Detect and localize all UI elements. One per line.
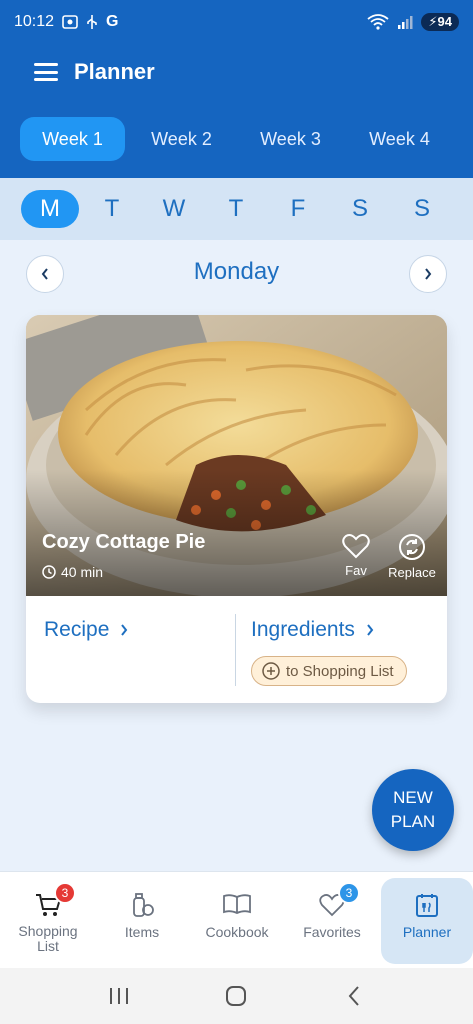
tab-week-3[interactable]: Week 3 (238, 117, 343, 161)
meal-actions: Recipe Ingredients to Shopping List (26, 596, 447, 703)
recipe-time: 40 min (42, 564, 103, 580)
status-left-icons: G (62, 13, 119, 31)
nav-shopping-list[interactable]: 3 Shopping List (2, 878, 94, 964)
battery-indicator: ⚡94 (421, 13, 459, 31)
favorite-button[interactable]: Fav (338, 533, 374, 578)
home-icon (226, 986, 247, 1006)
day-monday[interactable]: M (21, 190, 79, 228)
replace-button[interactable]: Replace (386, 533, 438, 580)
actions-divider (235, 614, 236, 686)
app-bar: Planner (0, 44, 473, 100)
day-thursday[interactable]: T (207, 190, 265, 228)
recipe-time-value: 40 min (61, 564, 104, 580)
nav-cookbook[interactable]: Cookbook (191, 878, 283, 964)
book-icon (223, 894, 251, 914)
nav-planner[interactable]: Planner (381, 878, 473, 964)
app-title: Planner (74, 59, 155, 84)
items-icon (133, 893, 154, 917)
bottom-navigation: 3 Shopping List Items Cookbook 3 Favorit… (0, 871, 473, 968)
ingredients-link-label: Ingredients (251, 618, 355, 641)
wifi-icon (367, 14, 389, 30)
recent-apps-button[interactable] (99, 981, 139, 1011)
day-title: Monday (193, 258, 280, 285)
tab-week-4[interactable]: Week 4 (347, 117, 452, 161)
favorite-label: Fav (345, 563, 367, 578)
chevron-right-icon (121, 624, 128, 636)
day-saturday[interactable]: S (331, 190, 389, 228)
new-plan-button[interactable]: NEW PLAN (372, 769, 454, 851)
back-button[interactable] (334, 981, 374, 1011)
day-navigation: Monday (0, 252, 473, 296)
nav-label: Cookbook (205, 924, 269, 940)
nav-label: Favorites (303, 924, 361, 940)
nav-label: Planner (402, 924, 452, 940)
system-navigation-bar (0, 968, 473, 1024)
day-sunday[interactable]: S (393, 190, 451, 228)
day-tuesday[interactable]: T (83, 190, 141, 228)
status-bar: 10:12 G ⚡94 (0, 0, 473, 44)
recent-apps-icon (109, 988, 128, 1004)
heart-outline-icon (342, 534, 370, 559)
day-wednesday[interactable]: W (145, 190, 203, 228)
clock-icon (42, 565, 56, 579)
home-button[interactable] (216, 981, 256, 1011)
meal-photo[interactable]: Cozy Cottage Pie 40 min Fav Replace (26, 315, 447, 596)
shopping-list-badge: 3 (54, 882, 76, 904)
favorites-badge: 3 (338, 882, 360, 904)
chevron-right-icon (425, 268, 432, 280)
google-icon: G (106, 13, 119, 30)
shopping-chip-label: to Shopping List (286, 662, 394, 680)
recipe-title: Cozy Cottage Pie (42, 531, 206, 553)
plus-circle-icon (262, 662, 280, 680)
status-time: 10:12 (14, 13, 55, 30)
tab-week-1[interactable]: Week 1 (20, 117, 125, 161)
new-plan-line1: NEW (393, 788, 433, 807)
replace-label: Replace (388, 565, 436, 580)
hamburger-menu-icon[interactable] (34, 63, 58, 81)
nav-label: Items (124, 924, 160, 940)
recipe-link[interactable]: Recipe (44, 618, 129, 642)
tab-week-2[interactable]: Week 2 (129, 117, 234, 161)
chevron-right-icon (367, 624, 374, 636)
new-plan-line2: PLAN (390, 812, 436, 831)
battery-level: 94 (437, 14, 452, 29)
nav-items[interactable]: Items (96, 878, 188, 964)
nav-label: Shopping List (18, 923, 78, 954)
meal-card: Cozy Cottage Pie 40 min Fav Replace Reci… (26, 315, 447, 703)
week-tabs: Week 1 Week 2 Week 3 Week 4 (0, 100, 473, 178)
next-day-button[interactable] (409, 255, 447, 293)
usb-icon (87, 15, 97, 29)
planner-icon (416, 894, 438, 917)
signal-icon (398, 16, 413, 29)
day-selector: M T W T F S S (0, 178, 473, 240)
nav-favorites[interactable]: 3 Favorites (286, 878, 378, 964)
add-to-shopping-list-button[interactable]: to Shopping List (251, 656, 407, 686)
back-icon (348, 986, 359, 1006)
recipe-link-label: Recipe (44, 618, 110, 641)
ingredients-link[interactable]: Ingredients (251, 618, 375, 642)
screenshot-icon (62, 15, 78, 29)
replace-icon (399, 534, 425, 560)
day-friday[interactable]: F (269, 190, 327, 228)
